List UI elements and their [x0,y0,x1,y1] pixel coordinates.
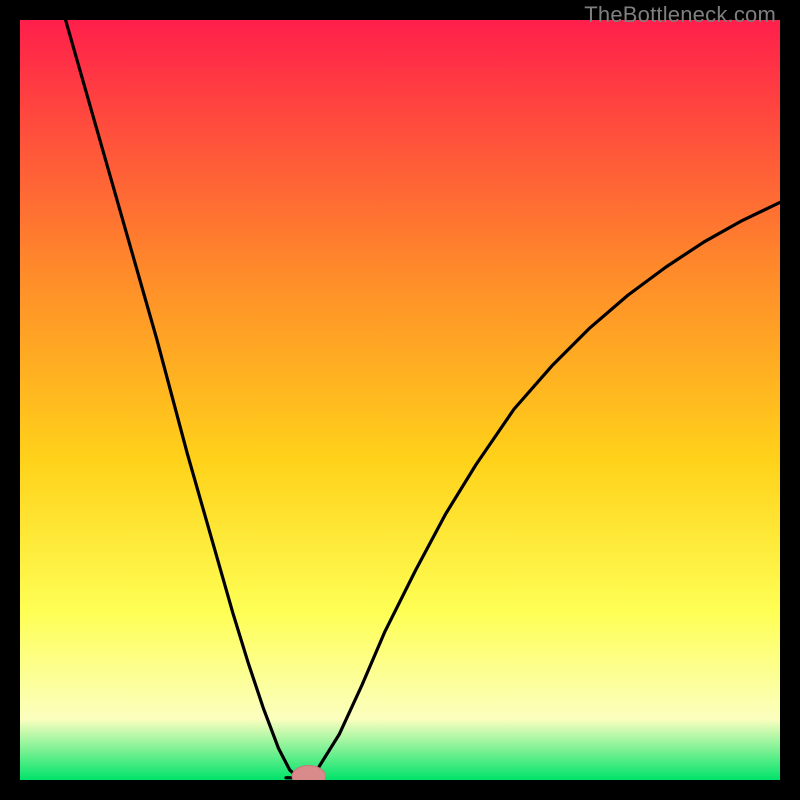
watermark-text: TheBottleneck.com [584,2,776,28]
gradient-background [20,20,780,780]
chart-svg [20,20,780,780]
chart-frame [20,20,780,780]
